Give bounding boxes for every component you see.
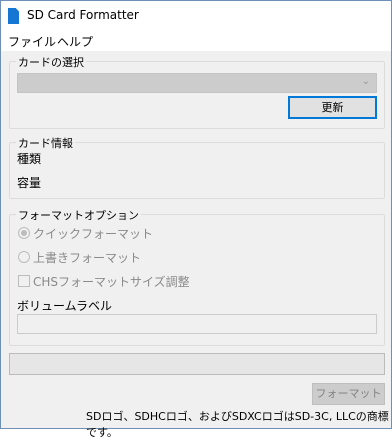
volume-label-input[interactable] bbox=[17, 314, 377, 334]
card-type-label: 種類 bbox=[17, 152, 42, 166]
card-info-group: カード情報 bbox=[9, 135, 385, 199]
title-bar[interactable]: SD Card Formatter bbox=[1, 1, 391, 31]
quick-format-radio[interactable] bbox=[18, 227, 30, 239]
quick-format-label: クイックフォーマット bbox=[33, 227, 154, 241]
chevron-down-icon: ⌄ bbox=[361, 76, 370, 87]
chs-adjust-checkbox[interactable] bbox=[18, 275, 30, 287]
refresh-button[interactable]: 更新 bbox=[288, 96, 377, 119]
format-options-title: フォーマットオプション bbox=[16, 207, 141, 223]
card-select-dropdown[interactable]: ⌄ bbox=[17, 73, 377, 93]
chs-adjust-label: CHSフォーマットサイズ調整 bbox=[33, 275, 190, 289]
format-button[interactable]: フォーマット bbox=[312, 383, 385, 405]
menu-help[interactable]: ヘルプ bbox=[57, 33, 93, 50]
card-info-title: カード情報 bbox=[16, 135, 75, 151]
trademark-notice: SDロゴ、SDHCロゴ、およびSDXCロゴはSD-3C, LLCの商標です。 bbox=[86, 410, 389, 439]
window-title: SD Card Formatter bbox=[27, 8, 139, 22]
volume-label-title: ボリュームラベル bbox=[17, 299, 113, 313]
app-window: SD Card Formatter ファイル ヘルプ カードの選択 ⌄ 更新 カ… bbox=[0, 0, 392, 439]
menu-file[interactable]: ファイル bbox=[8, 33, 56, 50]
format-progress-bar bbox=[9, 353, 385, 375]
sd-card-icon bbox=[8, 8, 19, 24]
menu-bar: ファイル ヘルプ bbox=[1, 31, 391, 52]
card-select-title: カードの選択 bbox=[16, 54, 86, 70]
card-capacity-label: 容量 bbox=[17, 176, 42, 190]
overwrite-format-label: 上書きフォーマット bbox=[33, 251, 142, 265]
overwrite-format-radio[interactable] bbox=[18, 251, 30, 263]
